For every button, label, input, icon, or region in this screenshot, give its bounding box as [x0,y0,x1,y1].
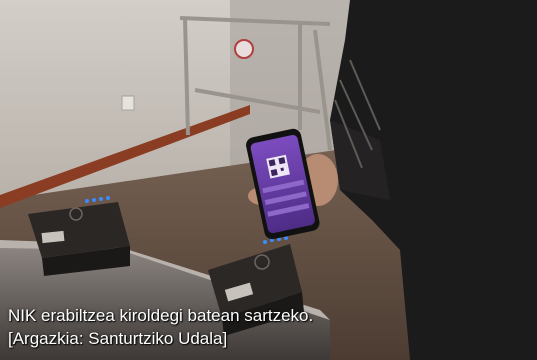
photo-caption: NIK erabiltzea kiroldegi batean sartzeko… [8,304,313,350]
gate-sign [234,39,254,59]
caption-line: NIK erabiltzea kiroldegi batean sartzeko… [8,306,314,325]
photo: NIK erabiltzea kiroldegi batean sartzeko… [0,0,537,360]
qr-code-icon [266,154,290,179]
photo-credit: [Argazkia: Santurtziko Udala] [8,329,228,348]
wall-socket [121,95,135,111]
